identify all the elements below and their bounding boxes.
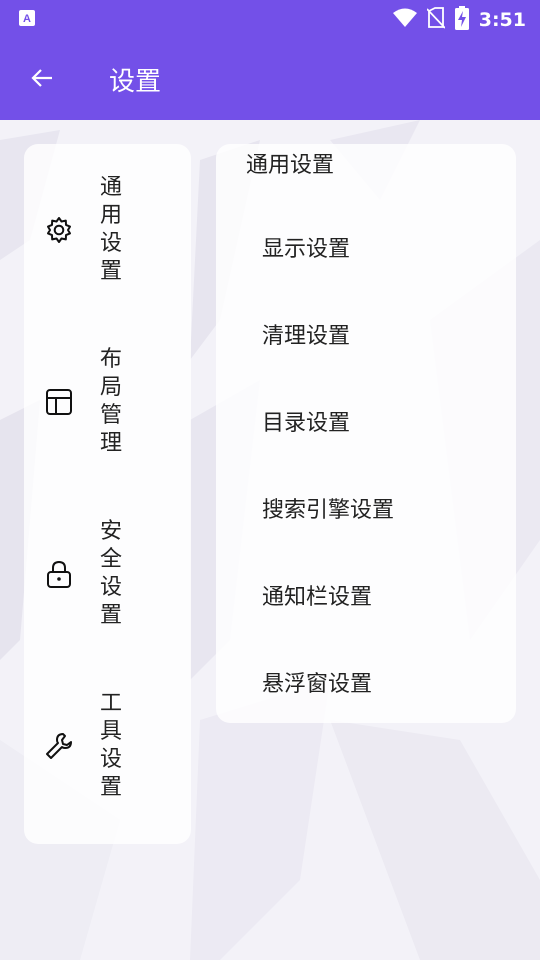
sidebar-item-security[interactable]: 安 全 设 置 xyxy=(24,488,191,660)
settings-item-display[interactable]: 显示设置 xyxy=(262,231,350,263)
settings-item-cleanup[interactable]: 清理设置 xyxy=(262,318,350,350)
settings-item-floating-window[interactable]: 悬浮窗设置 xyxy=(262,666,372,698)
label-char: 管 xyxy=(99,403,122,428)
arrow-left-icon xyxy=(31,69,52,87)
svg-text:A: A xyxy=(23,13,31,25)
page-title: 设置 xyxy=(109,67,162,97)
app-bar: 设置 xyxy=(0,36,540,120)
settings-item-search-engine[interactable]: 搜索引擎设置 xyxy=(262,492,394,524)
label-char: 全 xyxy=(99,547,122,572)
sidebar-item-label: 布 局 管 理 xyxy=(96,316,126,488)
sidebar-item-general[interactable]: 通 用 设 置 xyxy=(24,144,191,316)
settings-item-notification-bar[interactable]: 通知栏设置 xyxy=(262,579,372,611)
settings-item-directory[interactable]: 目录设置 xyxy=(262,405,350,437)
back-button[interactable] xyxy=(26,62,58,94)
label-char: 置 xyxy=(99,259,122,284)
status-time: 3:51 xyxy=(478,9,526,31)
label-char: 通 xyxy=(99,175,122,200)
lock-icon xyxy=(47,560,71,588)
no-sim-icon xyxy=(426,7,446,33)
label-char: 用 xyxy=(99,203,122,228)
settings-list-panel xyxy=(216,144,516,723)
gear-icon xyxy=(47,217,71,243)
section-title: 通用设置 xyxy=(246,153,335,178)
content-area: 通 用 设 置 布 局 管 理 安 全 设 置 工 具 设 置 通用设置 显示设… xyxy=(0,120,540,960)
status-bar: A 3:51 xyxy=(0,0,540,36)
label-char: 局 xyxy=(99,375,122,400)
sidebar-item-layout[interactable]: 布 局 管 理 xyxy=(24,316,191,488)
sidebar-item-label: 工 具 设 置 xyxy=(96,660,126,832)
label-char: 具 xyxy=(99,719,122,744)
label-char: 布 xyxy=(99,347,122,372)
label-char: 置 xyxy=(99,603,122,628)
label-char: 设 xyxy=(99,747,122,772)
a-notification-icon: A xyxy=(18,9,36,31)
sidebar-item-label: 安 全 设 置 xyxy=(96,488,126,660)
label-char: 设 xyxy=(99,575,122,600)
battery-charging-icon xyxy=(454,6,469,34)
label-char: 设 xyxy=(99,231,122,256)
label-char: 工 xyxy=(99,691,122,716)
sidebar: 通 用 设 置 布 局 管 理 安 全 设 置 工 具 设 置 xyxy=(24,144,191,844)
label-char: 理 xyxy=(99,431,122,456)
sidebar-item-tools[interactable]: 工 具 设 置 xyxy=(24,660,191,832)
wifi-icon xyxy=(392,8,417,32)
wrench-icon xyxy=(46,733,72,759)
label-char: 安 xyxy=(99,519,122,544)
label-char: 置 xyxy=(99,775,122,800)
layout-icon xyxy=(46,389,72,415)
sidebar-item-label: 通 用 设 置 xyxy=(96,144,126,316)
